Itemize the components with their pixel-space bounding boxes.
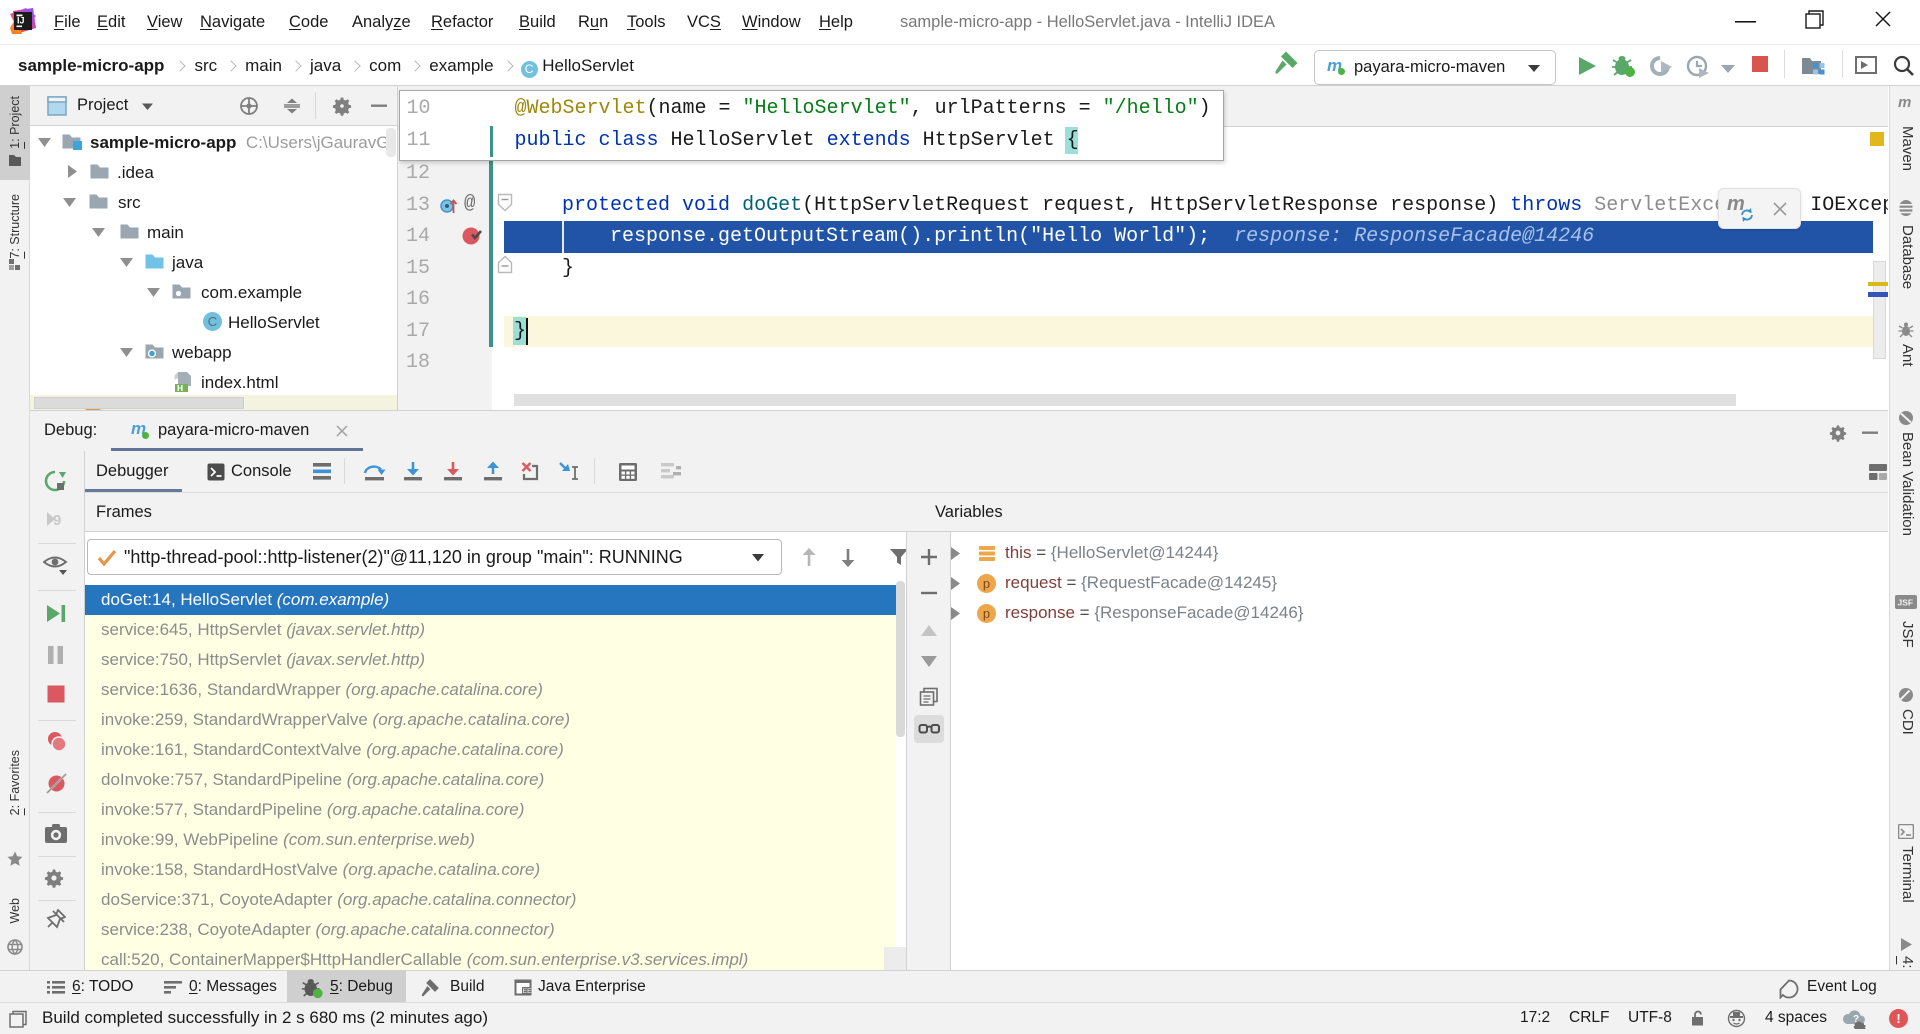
svg-text:9: 9 xyxy=(53,512,61,529)
svg-text:JSF: JSF xyxy=(1898,598,1914,608)
svg-text:H: H xyxy=(177,383,183,393)
svg-text:EE: EE xyxy=(523,988,532,995)
